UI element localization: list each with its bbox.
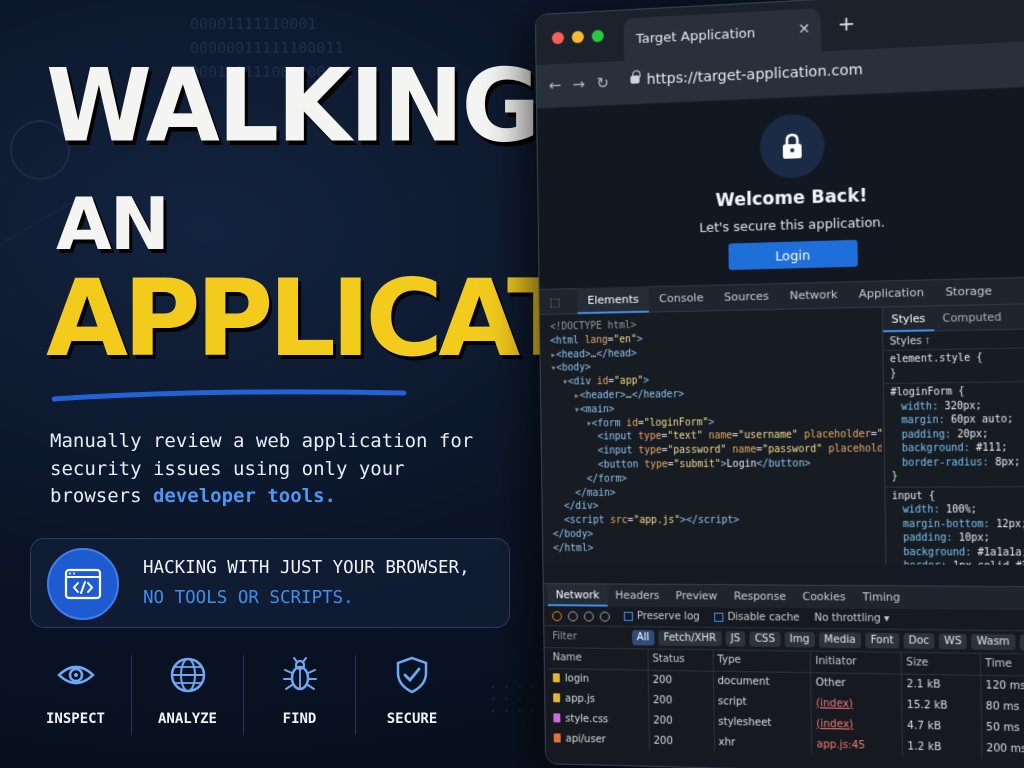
callout-line1: HACKING WITH JUST YOUR BROWSER,: [143, 558, 470, 578]
file-icon: [553, 673, 560, 682]
column-header[interactable]: Name: [549, 648, 648, 670]
styles-filter-header: Styles ⊺Ro: [883, 329, 1024, 351]
filter-chip[interactable]: JS: [725, 631, 745, 647]
inspect-element-icon[interactable]: ⬚: [550, 295, 568, 308]
request-table: Name Status Type Initiator Size Time login 200…: [549, 648, 1024, 760]
preserve-log-checkbox[interactable]: Preserve log: [624, 611, 700, 623]
css-rule[interactable]: element.style {}: [883, 348, 1024, 384]
tab-network-main[interactable]: Network: [548, 584, 608, 607]
column-header[interactable]: Time: [980, 654, 1024, 676]
search-icon[interactable]: [600, 611, 610, 621]
browser-window: Target Application ✕ + ← → ↻ https://tar…: [535, 0, 1024, 768]
tab-application[interactable]: Application: [848, 279, 935, 308]
styles-pane: Styles Computed Styles ⊺Ro element.style…: [882, 303, 1024, 565]
globe-icon: [168, 655, 208, 695]
tab-headers[interactable]: Headers: [607, 584, 667, 607]
callout-line2: NO TOOLS OR SCRIPTS.: [143, 588, 354, 608]
filter-input[interactable]: Filter: [552, 631, 632, 643]
filter-chip[interactable]: WS: [939, 633, 967, 649]
shield-check-icon: [392, 655, 432, 695]
filter-chips: AllFetch/XHRJSCSSImg MediaFontDocWSWasmOt…: [632, 632, 1024, 649]
tab-sources[interactable]: Sources: [714, 283, 780, 311]
feature-secure: SECURE: [356, 655, 468, 735]
reload-icon[interactable]: ↻: [596, 74, 609, 93]
filter-chip[interactable]: Wasm: [971, 634, 1015, 650]
disable-cache-checkbox[interactable]: Disable cache: [714, 612, 800, 624]
tab-console[interactable]: Console: [649, 285, 714, 313]
throttling-select[interactable]: No throttling ▾: [814, 613, 889, 625]
clear-icon[interactable]: [568, 611, 578, 621]
bug-icon: [280, 655, 320, 695]
tab-preview[interactable]: Preview: [667, 585, 725, 608]
callout-box: HACKING WITH JUST YOUR BROWSER, NO TOOLS…: [30, 538, 510, 628]
close-window-button[interactable]: [552, 32, 564, 45]
feature-list: INSPECT ANALYZE FIND SECURE: [20, 655, 470, 735]
filter-chip[interactable]: All: [632, 630, 655, 645]
minimize-window-button[interactable]: [572, 31, 584, 44]
url-field[interactable]: https://target-application.com: [647, 62, 863, 88]
feature-analyze: ANALYZE: [132, 655, 244, 735]
column-header[interactable]: Type: [713, 650, 811, 672]
filter-chip[interactable]: Img: [784, 632, 814, 648]
eye-icon: [56, 655, 96, 695]
record-icon[interactable]: [552, 611, 562, 621]
maximize-window-button[interactable]: [592, 30, 604, 43]
filter-chip[interactable]: Other: [1019, 634, 1024, 650]
file-icon: [553, 693, 560, 702]
headline-an: AN: [56, 188, 168, 260]
new-tab-button[interactable]: +: [837, 10, 855, 36]
network-tabs: Network Headers Preview Response Cookies…: [544, 584, 1024, 611]
tab-cookies[interactable]: Cookies: [794, 586, 854, 609]
filter-icon[interactable]: [584, 611, 594, 621]
headline-walking: WALKING: [46, 56, 538, 157]
filter-chip[interactable]: Fetch/XHR: [658, 630, 721, 646]
web-page: Welcome Back! Let's secure this applicat…: [537, 86, 1024, 289]
brush-underline: [52, 385, 412, 405]
filter-chip[interactable]: Media: [819, 632, 861, 648]
css-rules[interactable]: element.style {} #loginForm {width: 320px…: [883, 348, 1024, 565]
feature-find: FIND: [244, 655, 356, 735]
column-header[interactable]: Size: [901, 653, 980, 675]
tab-styles[interactable]: Styles: [883, 306, 934, 332]
tab-storage[interactable]: Storage: [934, 278, 1002, 307]
column-header[interactable]: Initiator: [811, 652, 902, 674]
dom-tree[interactable]: <!DOCTYPE html> <html lang="en"> ▸<head>…: [540, 308, 883, 565]
feature-inspect: INSPECT: [20, 655, 132, 735]
css-rule[interactable]: #loginForm {width: 320px; margin: 60px au…: [884, 382, 1024, 488]
css-rule[interactable]: input {width: 100%; margin-bottom: 12px; p…: [885, 487, 1024, 566]
devtools-panel: <!DOCTYPE html> <html lang="en"> ▸<head>…: [540, 304, 1024, 566]
description: Manually review a web application for se…: [50, 428, 490, 511]
file-icon: [554, 733, 561, 742]
filter-chip[interactable]: CSS: [749, 631, 780, 647]
padlock-icon: [760, 113, 825, 179]
back-icon[interactable]: ←: [549, 76, 562, 95]
tab-computed[interactable]: Computed: [934, 304, 1011, 331]
tab-response[interactable]: Response: [725, 585, 794, 608]
styles-tabs: Styles Computed: [883, 303, 1024, 332]
filter-chip[interactable]: Font: [865, 633, 899, 649]
forward-icon[interactable]: →: [572, 75, 585, 94]
tab-network[interactable]: Network: [779, 281, 848, 309]
code-window-icon: [47, 548, 119, 620]
login-button[interactable]: Login: [728, 240, 857, 270]
network-panel: Network Headers Preview Response Cookies…: [544, 583, 1024, 768]
tab-timing[interactable]: Timing: [854, 586, 909, 609]
lock-icon: [630, 75, 639, 83]
file-icon: [553, 713, 560, 722]
tab-elements[interactable]: Elements: [577, 286, 649, 314]
close-tab-icon[interactable]: ✕: [798, 21, 810, 38]
tab-title: Target Application: [636, 26, 756, 47]
filter-chip[interactable]: Doc: [903, 633, 935, 649]
column-header[interactable]: Status: [648, 649, 713, 670]
